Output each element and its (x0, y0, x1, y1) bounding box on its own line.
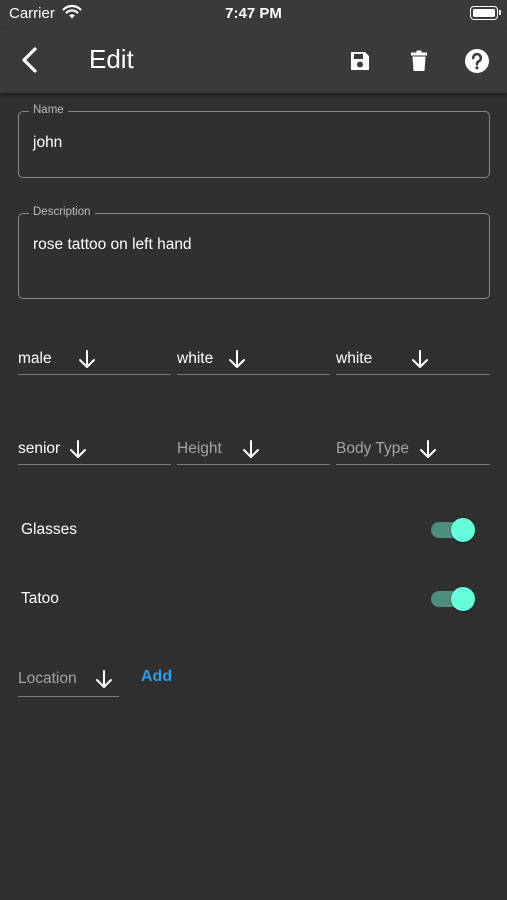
location-dropdown-hint: Location (18, 670, 77, 687)
race-dropdown-value: white (177, 350, 214, 367)
battery-icon (470, 6, 501, 20)
arrow-down-icon (229, 350, 245, 368)
arrow-down-icon (96, 670, 112, 688)
save-icon (351, 52, 369, 70)
location-dropdown[interactable]: Location (18, 666, 119, 697)
arrow-down-icon (79, 350, 95, 368)
back-arrow-icon (22, 47, 37, 73)
body-type-dropdown[interactable]: Body Type (336, 437, 490, 465)
switch-thumb (451, 587, 475, 611)
hair-dropdown-value: white (336, 350, 373, 367)
gender-dropdown-value: male (18, 350, 52, 367)
help-icon (465, 49, 489, 73)
description-field[interactable]: Description rose tattoo on left hand (18, 206, 490, 299)
name-field-label: Name (29, 104, 68, 116)
save-button[interactable] (345, 46, 375, 76)
arrow-down-icon (420, 440, 436, 458)
name-field[interactable]: Name john (18, 104, 490, 178)
age-dropdown-value: senior (18, 440, 61, 457)
arrow-down-icon (412, 350, 428, 368)
body-type-dropdown-hint: Body Type (336, 440, 409, 457)
height-dropdown-hint: Height (177, 440, 222, 457)
delete-icon (411, 50, 427, 71)
age-dropdown[interactable]: senior (18, 437, 171, 465)
race-dropdown[interactable]: white (177, 347, 330, 375)
help-button[interactable] (462, 46, 492, 76)
switch-thumb (451, 518, 475, 542)
height-dropdown[interactable]: Height (177, 437, 330, 465)
status-bar: Carrier 7:47 PM (0, 0, 507, 28)
description-field-label: Description (29, 206, 95, 218)
page-title: Edit (89, 44, 134, 74)
glasses-label: Glasses (21, 521, 77, 538)
glasses-switch[interactable] (430, 517, 476, 543)
gender-dropdown[interactable]: male (18, 347, 171, 375)
hair-dropdown[interactable]: white (336, 347, 490, 375)
tatoo-switch[interactable] (430, 586, 476, 612)
arrow-down-icon (70, 440, 86, 458)
back-button[interactable] (14, 44, 46, 76)
tatoo-label: Tatoo (21, 590, 59, 607)
add-location-button[interactable]: Add (141, 668, 172, 686)
arrow-down-icon (243, 440, 259, 458)
status-time: 7:47 PM (225, 5, 282, 22)
delete-button[interactable] (404, 46, 434, 76)
name-field-value: john (33, 134, 63, 151)
app-bar: Edit (0, 28, 507, 93)
description-field-value: rose tattoo on left hand (33, 236, 192, 253)
